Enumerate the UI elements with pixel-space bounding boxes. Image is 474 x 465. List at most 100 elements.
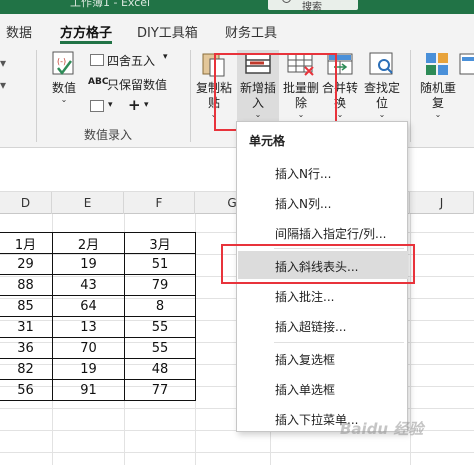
chevron-down-icon: ⌄: [60, 95, 68, 104]
menu-item-insert-hyperlink[interactable]: 插入超链接...: [238, 311, 408, 339]
round-button[interactable]: 四舍五入: [107, 52, 155, 69]
random-label-1: 随机重: [420, 81, 457, 95]
table-cell[interactable]: 88: [0, 274, 53, 296]
merge-convert-button[interactable]: 合并转换 ⌄: [322, 50, 358, 119]
tab-finance-tools[interactable]: 财务工具: [225, 22, 277, 41]
ribbon-tabs: 数据 方方格子 DIY工具箱 财务工具: [0, 14, 474, 44]
table-cell[interactable]: 85: [0, 295, 53, 317]
merge-icon: [325, 50, 355, 78]
table-cell[interactable]: 36: [0, 337, 53, 359]
menu-item-insert-checkbox[interactable]: 插入复选框: [238, 344, 408, 372]
find-locate-button[interactable]: 查找定位 ⌄: [364, 50, 400, 119]
table-cell[interactable]: 55: [124, 316, 196, 338]
menu-item-interval-insert[interactable]: 间隔插入指定行/列...: [238, 218, 408, 246]
table-cell[interactable]: 70: [52, 337, 125, 359]
column-header-d[interactable]: D: [0, 192, 52, 214]
batch-delete-label-1: 批量删: [283, 81, 320, 95]
group-separator: [190, 50, 191, 142]
tab-data[interactable]: 数据: [6, 22, 32, 41]
watermark: Baidu 经验: [340, 420, 424, 438]
table-cell[interactable]: 64: [52, 295, 125, 317]
edit-cell-icon: [90, 100, 104, 112]
column-header-j[interactable]: J: [410, 192, 474, 214]
table-cell[interactable]: 91: [52, 379, 125, 401]
table-row: 85 64 8: [0, 295, 196, 317]
tab-diy-toolbox[interactable]: DIY工具箱: [137, 22, 198, 41]
random-repeat-button[interactable]: 随机重复 ⌄: [420, 50, 456, 119]
search-icon: [282, 0, 291, 3]
chevron-down-icon[interactable]: ▾: [144, 100, 149, 110]
column-header-f[interactable]: F: [124, 192, 195, 214]
table-row: 56 91 77: [0, 379, 196, 401]
table-row: 31 13 55: [0, 316, 196, 338]
round-icon: [90, 54, 104, 66]
table-cell[interactable]: 55: [124, 337, 196, 359]
menu-separator: [274, 248, 404, 249]
insert-label-1: 新增插: [239, 81, 276, 95]
value-label: 数值: [51, 81, 76, 95]
keep-value-button[interactable]: 只保留数值: [107, 76, 167, 93]
chevron-down-icon[interactable]: ▾: [163, 52, 168, 62]
batch-delete-label-2: 除: [294, 96, 307, 110]
chevron-down-icon: ⌄: [297, 110, 305, 119]
table-cell[interactable]: 8: [124, 295, 196, 317]
chevron-down-icon: ⌄: [210, 110, 218, 119]
batch-delete-button[interactable]: 批量删除 ⌄: [283, 50, 319, 119]
table-row: 36 70 55: [0, 337, 196, 359]
table-cell[interactable]: 77: [124, 379, 196, 401]
tool-icon: [458, 50, 474, 78]
find-label-1: 查找定: [364, 81, 401, 95]
title-bar: 工作簿1 - Excel 搜索: [0, 0, 474, 14]
insert-button[interactable]: 新增插入 ⌄: [237, 50, 279, 122]
table-cell[interactable]: 43: [52, 274, 125, 296]
random-label-2: 复: [431, 96, 444, 110]
table-cell[interactable]: 51: [124, 253, 196, 275]
table-header-cell[interactable]: 2月: [52, 232, 125, 254]
menu-separator: [274, 342, 404, 343]
table-cell[interactable]: 19: [52, 253, 125, 275]
find-icon: [367, 50, 397, 78]
chevron-down-icon[interactable]: ▾: [108, 100, 113, 110]
table-cell[interactable]: 82: [0, 358, 53, 380]
partial-group-caret: ▾: [0, 56, 7, 70]
group-separator: [410, 50, 411, 142]
random-icon: [423, 50, 453, 78]
table-cell[interactable]: 31: [0, 316, 53, 338]
next-tool-button[interactable]: [458, 50, 474, 78]
table-header-cell[interactable]: 3月: [124, 232, 196, 254]
delete-grid-icon: [286, 50, 316, 78]
table-cell[interactable]: 79: [124, 274, 196, 296]
tab-fangfang[interactable]: 方方格子: [60, 22, 112, 41]
value-icon: (-): [49, 50, 79, 78]
table-cell[interactable]: 48: [124, 358, 196, 380]
chevron-down-icon: ⌄: [336, 110, 344, 119]
menu-item-insert-n-columns[interactable]: 插入N列...: [238, 188, 408, 216]
menu-section-header: 单元格: [249, 134, 286, 148]
clipboard-icon: [199, 50, 229, 78]
copy-paste-button[interactable]: 复制粘贴 ⌄: [196, 50, 232, 119]
insert-label-2: 入: [251, 96, 264, 110]
copy-paste-label-2: 贴: [207, 96, 220, 110]
merge-label-2: 换: [333, 96, 346, 110]
partial-group-caret-2: ▾: [0, 78, 7, 92]
group-label-value-entry: 数值录入: [84, 128, 133, 142]
menu-item-insert-comment[interactable]: 插入批注...: [238, 281, 408, 309]
plus-button[interactable]: +: [128, 96, 141, 114]
data-table: 1月 2月 3月 29 19 51 88 43 79 85 64 8 31 13…: [0, 232, 196, 401]
table-header-cell[interactable]: 1月: [0, 232, 53, 254]
table-cell[interactable]: 56: [0, 379, 53, 401]
find-label-2: 位: [375, 96, 388, 110]
table-cell[interactable]: 29: [0, 253, 53, 275]
menu-item-insert-radio[interactable]: 插入单选框: [238, 374, 408, 402]
table-cell[interactable]: 19: [52, 358, 125, 380]
copy-paste-label-1: 复制粘: [196, 81, 233, 95]
search-box[interactable]: 搜索: [268, 0, 358, 13]
chevron-down-icon: ⌄: [434, 110, 442, 119]
menu-item-insert-n-rows[interactable]: 插入N行...: [238, 158, 408, 186]
value-button[interactable]: (-) 数值 ⌄: [46, 50, 82, 104]
column-header-e[interactable]: E: [52, 192, 124, 214]
menu-item-insert-diagonal-header[interactable]: 插入斜线表头...: [238, 251, 408, 279]
table-cell[interactable]: 13: [52, 316, 125, 338]
table-row: 82 19 48: [0, 358, 196, 380]
merge-label-1: 合并转: [322, 81, 359, 95]
